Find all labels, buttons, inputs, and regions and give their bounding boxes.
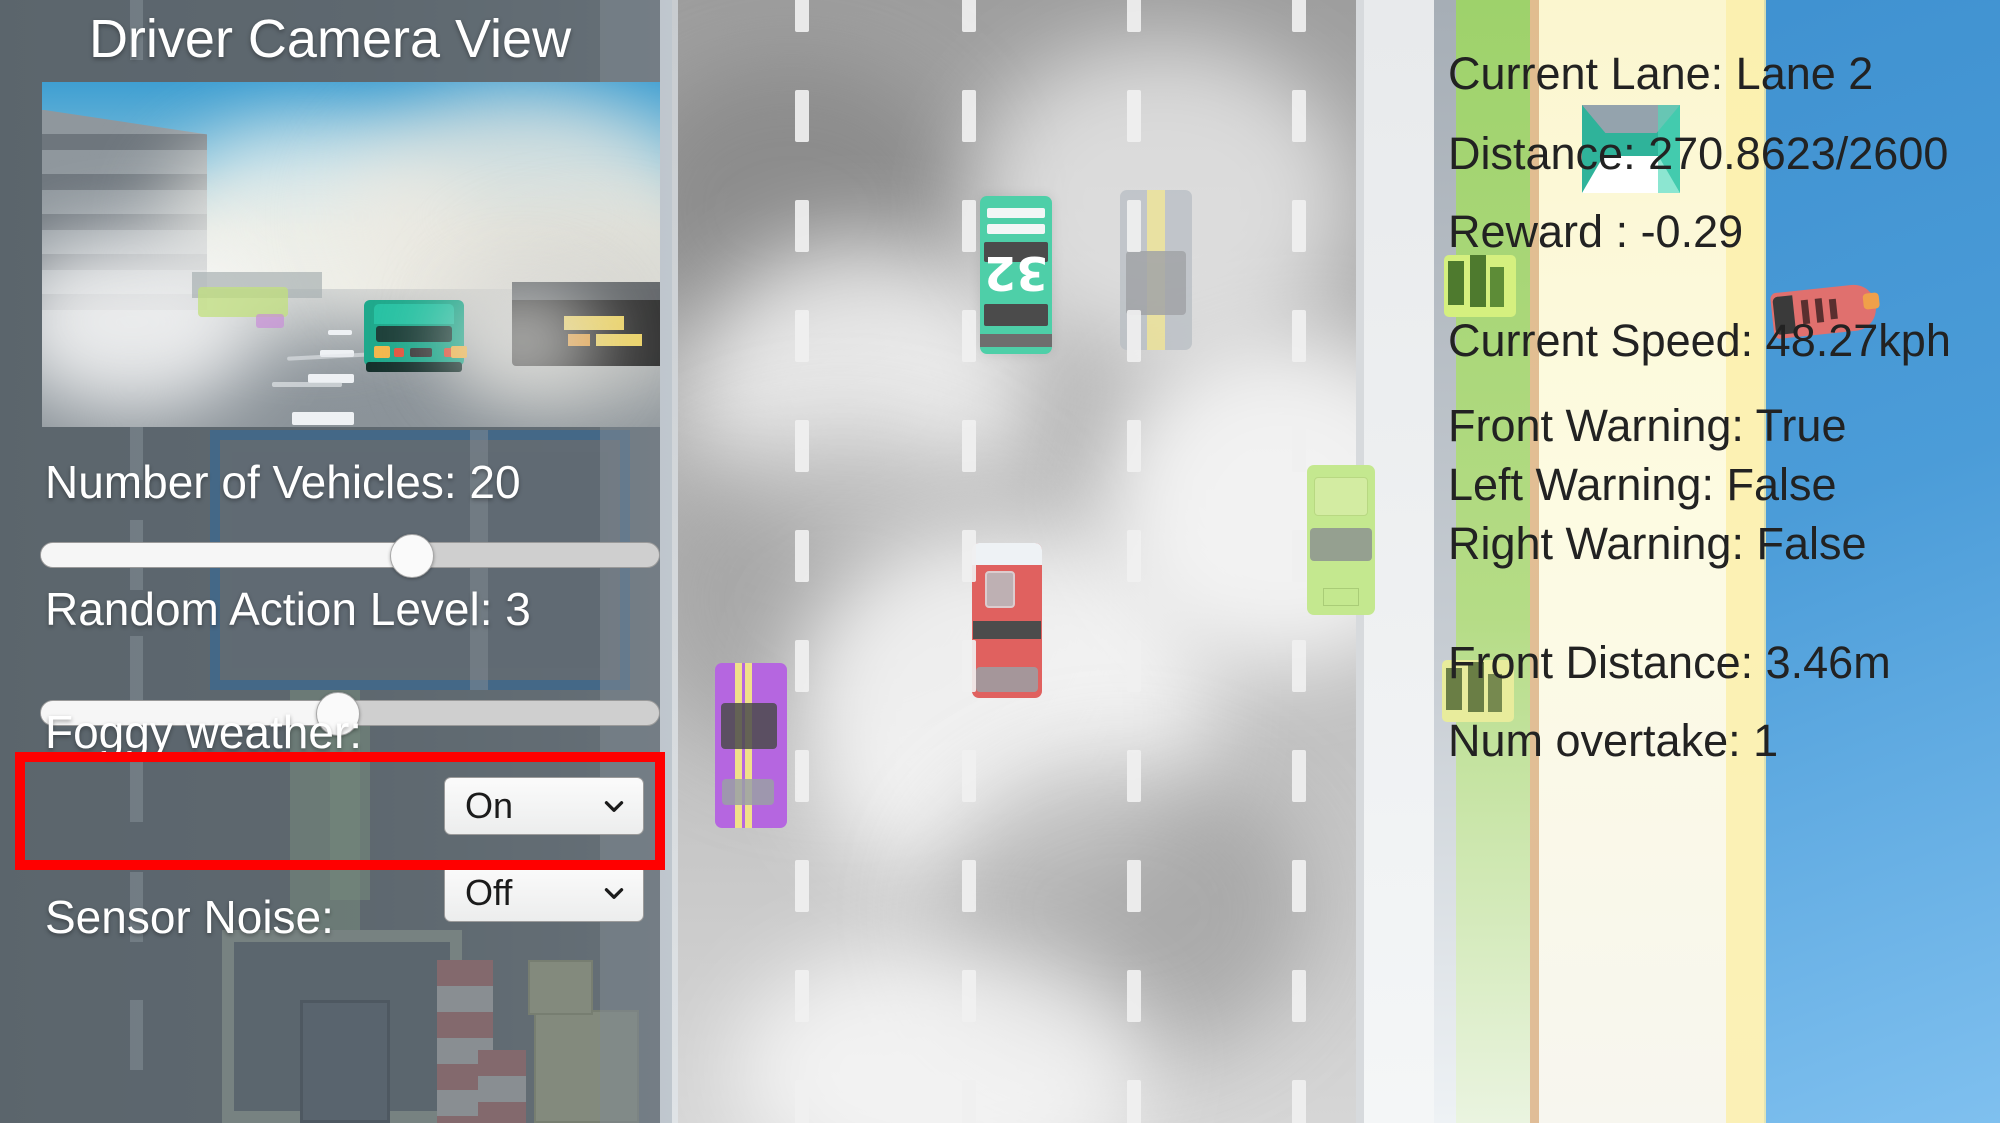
vehicle-purple-car <box>715 663 787 828</box>
lane-dash <box>962 200 976 252</box>
lane-dash <box>795 310 809 362</box>
lane-dash <box>1127 970 1141 1022</box>
bus-number: 32 <box>984 246 1049 300</box>
vehicle-red-car <box>972 543 1042 698</box>
lane-dash <box>962 640 976 692</box>
lane-dash <box>1292 860 1306 912</box>
simulator-screen: 32 Current Lane: Lane 2 Distance: 270.86… <box>0 0 2000 1123</box>
foggy-weather-dropdown[interactable]: On <box>444 777 644 835</box>
lane-dash <box>1292 530 1306 582</box>
lane-dash <box>795 420 809 472</box>
lane-dash <box>795 90 809 142</box>
random-action-level-label: Random Action Level: 3 <box>45 583 531 635</box>
foggy-weather-value: On <box>465 785 514 826</box>
lane-dash <box>1127 420 1141 472</box>
lane-dash <box>1127 860 1141 912</box>
vehicle-green-car <box>1307 465 1375 615</box>
topdown-road-view: 32 <box>672 0 1434 1123</box>
lane-dash <box>795 970 809 1022</box>
lane-dash <box>1292 750 1306 802</box>
telemetry-distance: Distance: 270.8623/2600 <box>1448 128 1949 179</box>
sensor-noise-dropdown[interactable]: Off <box>444 864 644 922</box>
lane-dash <box>1127 1080 1141 1123</box>
chevron-down-icon <box>601 793 627 819</box>
page-title: Driver Camera View <box>88 9 572 69</box>
lane-dash <box>962 310 976 362</box>
lane-dash <box>1127 750 1141 802</box>
lane-dash <box>1127 0 1141 32</box>
sensor-noise-label: Sensor Noise: <box>45 891 334 943</box>
lane-dash <box>1292 970 1306 1022</box>
driver-camera-view <box>42 82 660 427</box>
telemetry-current-lane: Current Lane: Lane 2 <box>1448 48 1874 99</box>
lane-dash <box>1292 90 1306 142</box>
lane-dash <box>795 530 809 582</box>
number-of-vehicles-label: Number of Vehicles: 20 <box>45 456 521 508</box>
lane-dash <box>1127 640 1141 692</box>
lane-dash <box>1292 1080 1306 1123</box>
lane-dash <box>1127 90 1141 142</box>
lane-dash <box>1292 310 1306 362</box>
road-edge-left <box>672 0 678 1123</box>
telemetry-current-speed: Current Speed: 48.27kph <box>1448 315 1951 366</box>
telemetry-reward: Reward : -0.29 <box>1448 206 1744 257</box>
slider-thumb[interactable] <box>389 534 434 578</box>
lane-dash <box>1127 200 1141 252</box>
telemetry-num-overtake: Num overtake: 1 <box>1448 715 1779 766</box>
control-hud: Driver Camera View Number of Vehicles: 2… <box>0 0 660 1123</box>
telemetry-right-warning: Right Warning: False <box>1448 518 1867 569</box>
lane-dash <box>795 640 809 692</box>
camera-far-car <box>256 314 284 328</box>
lane-dash <box>962 750 976 802</box>
number-of-vehicles-slider[interactable] <box>40 534 660 578</box>
lane-dash <box>962 860 976 912</box>
lane-dash <box>795 0 809 32</box>
lane-dash <box>795 860 809 912</box>
camera-fog <box>442 282 602 402</box>
lane-dash <box>1292 420 1306 472</box>
lane-dash <box>962 530 976 582</box>
telemetry-front-distance: Front Distance: 3.46m <box>1448 637 1891 688</box>
lane-dash <box>1127 530 1141 582</box>
sensor-noise-value: Off <box>465 872 513 913</box>
lane-dash <box>795 750 809 802</box>
telemetry-panel: Current Lane: Lane 2 Distance: 270.8623/… <box>1434 0 2000 1123</box>
telemetry-front-warning: Front Warning: True <box>1448 400 1847 451</box>
lane-dash <box>795 200 809 252</box>
lane-dash <box>962 0 976 32</box>
slider-fill <box>41 543 412 567</box>
lane-dash <box>962 1080 976 1123</box>
foggy-weather-label: Foggy weather: <box>45 706 363 758</box>
lane-dash <box>795 1080 809 1123</box>
lane-dash <box>1292 0 1306 32</box>
lane-dash <box>962 420 976 472</box>
lane-dash <box>1292 640 1306 692</box>
vehicle-bus: 32 <box>980 196 1052 354</box>
lane-dash <box>1127 310 1141 362</box>
lane-dash <box>962 90 976 142</box>
lane-dash <box>1292 200 1306 252</box>
telemetry-left-warning: Left Warning: False <box>1448 459 1837 510</box>
camera-tree <box>198 287 288 317</box>
lane-dash <box>962 970 976 1022</box>
chevron-down-icon <box>601 880 627 906</box>
